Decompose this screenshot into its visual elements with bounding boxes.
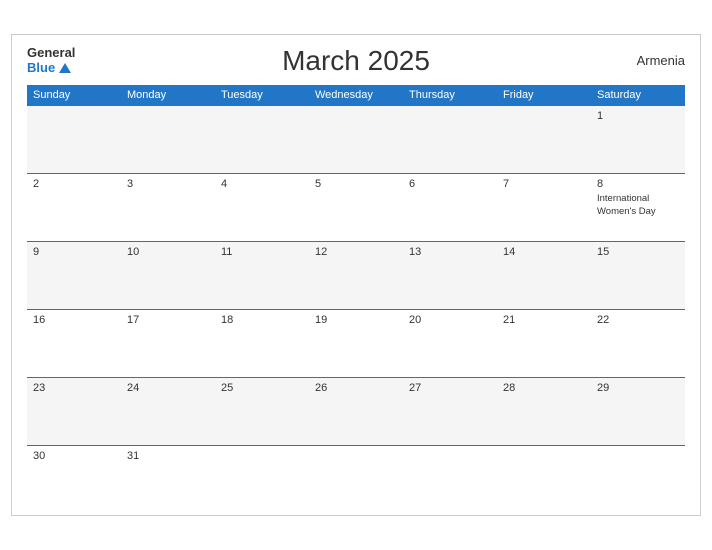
day-number: 24: [127, 382, 209, 394]
calendar-grid: Sunday Monday Tuesday Wednesday Thursday…: [27, 85, 685, 501]
calendar-cell: 18: [215, 309, 309, 377]
calendar-cell: 8 International Women's Day: [591, 173, 685, 241]
calendar-cell: 17: [121, 309, 215, 377]
col-wednesday: Wednesday: [309, 85, 403, 106]
calendar-cell: 22: [591, 309, 685, 377]
calendar-week-row: 30 31: [27, 445, 685, 500]
calendar-title: March 2025: [75, 45, 636, 77]
calendar-week-row: 23 24 25 26 27 28 29: [27, 377, 685, 445]
day-number: 27: [409, 382, 491, 394]
day-number: 9: [33, 246, 115, 258]
calendar-cell: 12: [309, 241, 403, 309]
day-number: 2: [33, 178, 115, 190]
col-thursday: Thursday: [403, 85, 497, 106]
calendar-cell: 1: [591, 105, 685, 173]
day-number: 1: [597, 110, 679, 122]
logo-triangle-icon: [59, 63, 71, 73]
col-monday: Monday: [121, 85, 215, 106]
calendar-cell: [309, 105, 403, 173]
day-number: 10: [127, 246, 209, 258]
calendar-cell: 30: [27, 445, 121, 500]
day-number: 17: [127, 314, 209, 326]
col-tuesday: Tuesday: [215, 85, 309, 106]
calendar-header-row: Sunday Monday Tuesday Wednesday Thursday…: [27, 85, 685, 106]
day-number: 30: [33, 450, 115, 462]
day-number: 7: [503, 178, 585, 190]
calendar-cell: 9: [27, 241, 121, 309]
calendar-cell: 19: [309, 309, 403, 377]
calendar-cell: [121, 105, 215, 173]
day-number: 23: [33, 382, 115, 394]
day-number: 20: [409, 314, 491, 326]
calendar-cell: [497, 445, 591, 500]
calendar-week-row: 16 17 18 19 20 21 22: [27, 309, 685, 377]
calendar-cell: 29: [591, 377, 685, 445]
calendar-cell: 25: [215, 377, 309, 445]
day-number: 26: [315, 382, 397, 394]
calendar-cell: 11: [215, 241, 309, 309]
day-number: 28: [503, 382, 585, 394]
day-number: 19: [315, 314, 397, 326]
logo-blue-text: Blue: [27, 61, 75, 75]
day-number: 15: [597, 246, 679, 258]
day-number: 4: [221, 178, 303, 190]
calendar-cell: [215, 445, 309, 500]
calendar-week-row: 1: [27, 105, 685, 173]
day-number: 12: [315, 246, 397, 258]
calendar-cell: [215, 105, 309, 173]
calendar-cell: 28: [497, 377, 591, 445]
calendar-header: General Blue March 2025 Armenia: [27, 45, 685, 77]
day-number: 14: [503, 246, 585, 258]
calendar-cell: [309, 445, 403, 500]
calendar-cell: 24: [121, 377, 215, 445]
calendar-cell: 7: [497, 173, 591, 241]
col-sunday: Sunday: [27, 85, 121, 106]
calendar-week-row: 2345678 International Women's Day: [27, 173, 685, 241]
calendar-cell: [403, 445, 497, 500]
day-number: 5: [315, 178, 397, 190]
day-number: 31: [127, 450, 209, 462]
calendar-cell: 27: [403, 377, 497, 445]
calendar-cell: 6: [403, 173, 497, 241]
day-number: 16: [33, 314, 115, 326]
event-label: International Women's Day: [597, 193, 656, 217]
calendar-cell: 21: [497, 309, 591, 377]
day-number: 29: [597, 382, 679, 394]
calendar-cell: [403, 105, 497, 173]
calendar-cell: [497, 105, 591, 173]
calendar-cell: 26: [309, 377, 403, 445]
calendar-cell: 20: [403, 309, 497, 377]
calendar-cell: 31: [121, 445, 215, 500]
col-saturday: Saturday: [591, 85, 685, 106]
calendar-cell: [27, 105, 121, 173]
calendar-cell: 14: [497, 241, 591, 309]
day-number: 13: [409, 246, 491, 258]
calendar-cell: 23: [27, 377, 121, 445]
calendar-cell: 4: [215, 173, 309, 241]
calendar-cell: 3: [121, 173, 215, 241]
calendar-cell: 10: [121, 241, 215, 309]
day-number: 6: [409, 178, 491, 190]
day-number: 22: [597, 314, 679, 326]
day-number: 25: [221, 382, 303, 394]
calendar-cell: [591, 445, 685, 500]
calendar-cell: 13: [403, 241, 497, 309]
calendar-cell: 5: [309, 173, 403, 241]
calendar-week-row: 9 10 11 12 13 14 15: [27, 241, 685, 309]
calendar-cell: 16: [27, 309, 121, 377]
logo: General Blue: [27, 46, 75, 75]
day-number: 8: [597, 178, 679, 190]
calendar-cell: 15: [591, 241, 685, 309]
country-label: Armenia: [637, 53, 685, 68]
calendar-container: General Blue March 2025 Armenia Sunday M…: [11, 34, 701, 517]
day-number: 18: [221, 314, 303, 326]
day-number: 3: [127, 178, 209, 190]
col-friday: Friday: [497, 85, 591, 106]
calendar-cell: 2: [27, 173, 121, 241]
day-number: 21: [503, 314, 585, 326]
day-number: 11: [221, 246, 303, 258]
logo-general-text: General: [27, 46, 75, 60]
